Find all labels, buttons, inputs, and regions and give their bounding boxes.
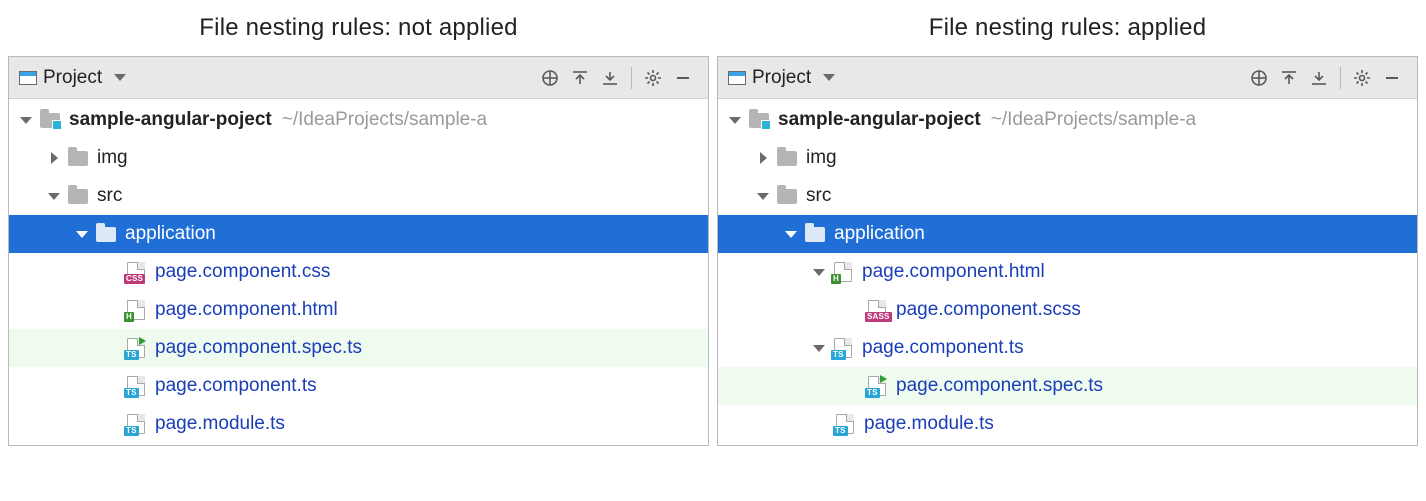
folder-label: application [125, 223, 216, 245]
project-tree[interactable]: sample-angular-poject ~/IdeaProjects/sam… [9, 99, 708, 445]
panel-title-right: File nesting rules: applied [717, 8, 1418, 56]
chevron-down-icon[interactable] [754, 187, 772, 205]
panel-title-left: File nesting rules: not applied [8, 8, 709, 56]
folder-icon [67, 185, 89, 207]
project-panel-right: Project [717, 56, 1418, 446]
project-panel-left: Project [8, 56, 709, 446]
folder-icon [67, 147, 89, 169]
file-label: page.component.ts [155, 375, 317, 397]
tree-row-folder-src[interactable]: src [718, 177, 1417, 215]
file-label: page.component.css [155, 261, 330, 283]
gear-icon[interactable] [1347, 63, 1377, 93]
file-label: page.module.ts [155, 413, 285, 435]
module-folder-icon [748, 109, 770, 131]
tree-row-file[interactable]: SASS page.component.scss [718, 291, 1417, 329]
project-name: sample-angular-poject [778, 109, 981, 131]
collapse-all-icon[interactable] [595, 63, 625, 93]
folder-label: src [806, 185, 831, 207]
tree-row-file[interactable]: TS page.component.ts [718, 329, 1417, 367]
gear-icon[interactable] [638, 63, 668, 93]
select-opened-file-icon[interactable] [1244, 63, 1274, 93]
chevron-right-icon[interactable] [45, 149, 63, 167]
tree-row-file[interactable]: H page.component.html [9, 291, 708, 329]
tree-row-file[interactable]: TS page.module.ts [718, 405, 1417, 443]
tree-row-project-root[interactable]: sample-angular-poject ~/IdeaProjects/sam… [9, 101, 708, 139]
file-label: page.component.html [862, 261, 1045, 283]
html-file-icon: H [125, 299, 147, 321]
tree-row-file[interactable]: TS page.component.spec.ts [9, 329, 708, 367]
tree-row-file[interactable]: CSS page.component.css [9, 253, 708, 291]
html-file-icon: H [832, 261, 854, 283]
tree-row-folder-img[interactable]: img [9, 139, 708, 177]
project-path: ~/IdeaProjects/sample-a [282, 109, 487, 131]
tree-row-folder-application[interactable]: application [9, 215, 708, 253]
chevron-down-icon[interactable] [17, 111, 35, 129]
file-label: page.component.ts [862, 337, 1024, 359]
ts-file-icon: TS [834, 413, 856, 435]
hide-icon[interactable] [1377, 63, 1407, 93]
tool-window-header: Project [9, 57, 708, 99]
tree-row-project-root[interactable]: sample-angular-poject ~/IdeaProjects/sam… [718, 101, 1417, 139]
chevron-right-icon[interactable] [754, 149, 772, 167]
ts-file-icon: TS [832, 337, 854, 359]
chevron-down-icon[interactable] [45, 187, 63, 205]
file-label: page.component.spec.ts [896, 375, 1103, 397]
tree-row-file[interactable]: TS page.component.spec.ts [718, 367, 1417, 405]
chevron-down-icon[interactable] [73, 225, 91, 243]
view-selector-label[interactable]: Project [752, 67, 811, 89]
project-window-icon [19, 71, 37, 85]
chevron-down-icon[interactable] [823, 74, 835, 81]
tool-window-header: Project [718, 57, 1417, 99]
chevron-down-icon[interactable] [726, 111, 744, 129]
chevron-down-icon[interactable] [114, 74, 126, 81]
tree-row-folder-application[interactable]: application [718, 215, 1417, 253]
folder-icon [776, 185, 798, 207]
file-label: page.component.html [155, 299, 338, 321]
tree-row-file[interactable]: TS page.component.ts [9, 367, 708, 405]
separator [631, 67, 632, 89]
folder-icon [804, 223, 826, 245]
ts-file-icon: TS [125, 375, 147, 397]
expand-all-icon[interactable] [565, 63, 595, 93]
expand-all-icon[interactable] [1274, 63, 1304, 93]
file-label: page.component.scss [896, 299, 1081, 321]
tree-row-file[interactable]: H page.component.html [718, 253, 1417, 291]
chevron-down-icon[interactable] [782, 225, 800, 243]
tree-row-file[interactable]: TS page.module.ts [9, 405, 708, 443]
folder-icon [776, 147, 798, 169]
folder-label: application [834, 223, 925, 245]
tree-row-folder-img[interactable]: img [718, 139, 1417, 177]
sass-file-icon: SASS [866, 299, 888, 321]
project-window-icon [728, 71, 746, 85]
file-label: page.module.ts [864, 413, 994, 435]
ts-file-icon: TS [125, 413, 147, 435]
folder-icon [95, 223, 117, 245]
tree-row-folder-src[interactable]: src [9, 177, 708, 215]
hide-icon[interactable] [668, 63, 698, 93]
chevron-down-icon[interactable] [810, 339, 828, 357]
view-selector-label[interactable]: Project [43, 67, 102, 89]
select-opened-file-icon[interactable] [535, 63, 565, 93]
folder-label: img [806, 147, 837, 169]
file-label: page.component.spec.ts [155, 337, 362, 359]
separator [1340, 67, 1341, 89]
module-folder-icon [39, 109, 61, 131]
project-name: sample-angular-poject [69, 109, 272, 131]
ts-spec-file-icon: TS [125, 337, 147, 359]
chevron-down-icon[interactable] [810, 263, 828, 281]
collapse-all-icon[interactable] [1304, 63, 1334, 93]
project-tree[interactable]: sample-angular-poject ~/IdeaProjects/sam… [718, 99, 1417, 445]
folder-label: img [97, 147, 128, 169]
project-path: ~/IdeaProjects/sample-a [991, 109, 1196, 131]
folder-label: src [97, 185, 122, 207]
css-file-icon: CSS [125, 261, 147, 283]
ts-spec-file-icon: TS [866, 375, 888, 397]
